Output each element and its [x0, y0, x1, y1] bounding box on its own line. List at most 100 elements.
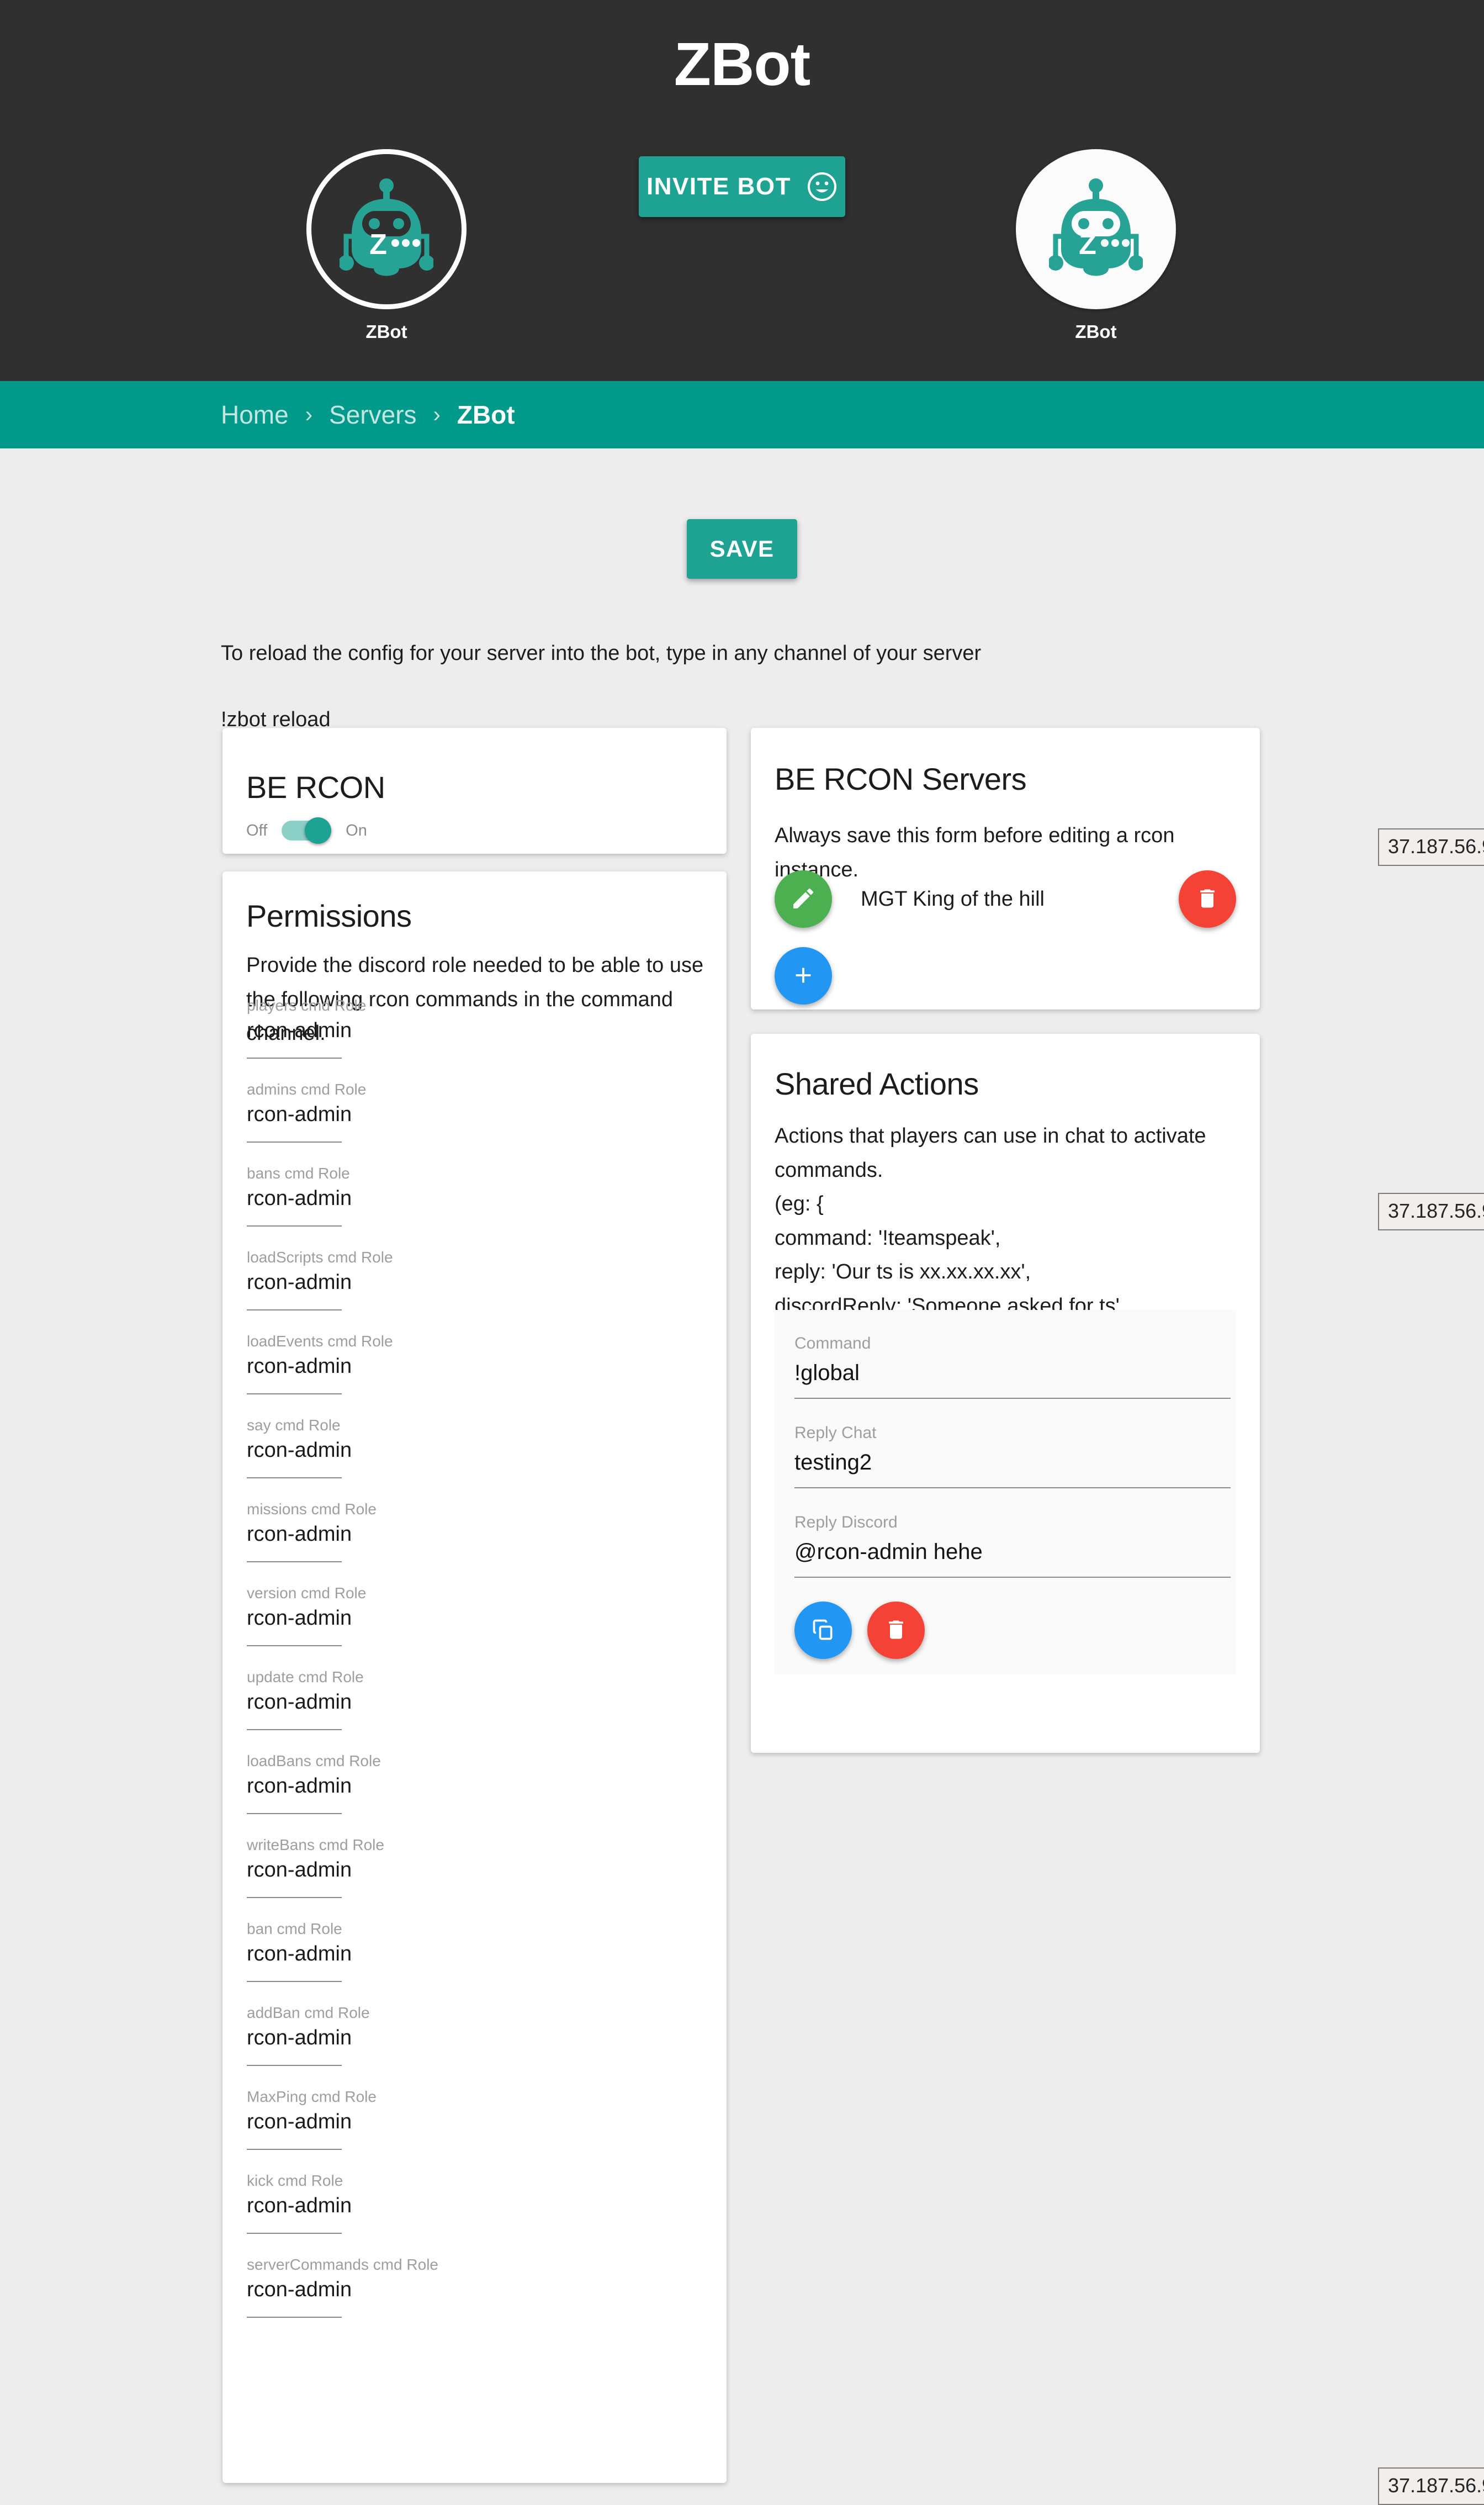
permission-field-value: rcon-admin: [247, 1355, 352, 1378]
permission-field-label: bans cmd Role: [247, 1165, 350, 1182]
shared-action-buttons: [794, 1602, 925, 1659]
copy-action-button[interactable]: [794, 1602, 852, 1659]
be-rcon-card: BE RCON Off On: [222, 728, 727, 854]
field-underline: [247, 1058, 342, 1059]
chevron-right-icon: ›: [305, 402, 313, 427]
breadcrumb-item-home[interactable]: Home: [221, 400, 289, 430]
field-underline: [247, 2317, 342, 2318]
permission-field[interactable]: kick cmd Role rcon-admin: [247, 2172, 440, 2256]
permission-field-label: ban cmd Role: [247, 1920, 342, 1937]
field-underline: [247, 1561, 342, 1562]
be-rcon-toggle[interactable]: [282, 817, 332, 844]
page-header: ZBot Z ZBot INVITE BOT Z ZBot: [0, 0, 1484, 381]
permission-field[interactable]: say cmd Role rcon-admin: [247, 1417, 440, 1500]
field-underline: [247, 1141, 342, 1143]
command-field[interactable]: Command !global: [794, 1334, 1231, 1399]
reply-discord-field[interactable]: Reply Discord @rcon-admin hehe: [794, 1513, 1231, 1578]
permission-field[interactable]: loadScripts cmd Role rcon-admin: [247, 1249, 440, 1333]
delete-action-button[interactable]: [867, 1602, 925, 1659]
permission-field-label: serverCommands cmd Role: [247, 2256, 438, 2273]
permission-field[interactable]: serverCommands cmd Role rcon-admin: [247, 2256, 440, 2340]
app-title: ZBot: [674, 30, 810, 98]
server-name: MGT King of the hill: [861, 887, 1045, 911]
be-rcon-switch-row: Off On: [246, 817, 367, 844]
avatar-left-circle: Z: [306, 149, 467, 309]
permission-field[interactable]: missions cmd Role rcon-admin: [247, 1500, 440, 1584]
permission-field[interactable]: writeBans cmd Role rcon-admin: [247, 1836, 440, 1920]
permission-field[interactable]: bans cmd Role rcon-admin: [247, 1165, 440, 1249]
reply-chat-field[interactable]: Reply Chat testing2: [794, 1424, 1231, 1488]
server-list-item: MGT King of the hill: [775, 870, 1236, 928]
plus-icon: [791, 963, 816, 990]
permissions-title: Permissions: [246, 899, 412, 933]
add-server-button[interactable]: [775, 947, 832, 1005]
breadcrumb-item-servers[interactable]: Servers: [329, 400, 416, 430]
switch-off-label: Off: [246, 821, 268, 839]
field-underline: [247, 2065, 342, 2066]
invite-bot-button[interactable]: INVITE BOT: [639, 156, 845, 217]
field-underline: [247, 1813, 342, 1814]
permission-field-label: loadBans cmd Role: [247, 1752, 381, 1769]
permission-field[interactable]: players cmd Role rcon-admin: [247, 997, 440, 1081]
avatar-right-circle: Z: [1016, 149, 1176, 309]
avatar-right-name: ZBot: [1075, 321, 1117, 342]
pencil-icon: [790, 885, 817, 913]
description-line: (eg: {: [775, 1192, 824, 1216]
delete-server-button[interactable]: [1179, 870, 1236, 928]
permission-field-value: rcon-admin: [247, 1690, 352, 1714]
robot-icon: Z: [1049, 178, 1143, 276]
permission-field[interactable]: admins cmd Role rcon-admin: [247, 1081, 440, 1165]
permission-field-value: rcon-admin: [247, 1858, 352, 1882]
edit-server-button[interactable]: [775, 870, 832, 928]
reply-chat-value: testing2: [794, 1450, 872, 1475]
invite-bot-label: INVITE BOT: [646, 173, 791, 200]
command-label: Command: [794, 1334, 871, 1352]
permission-field-label: loadScripts cmd Role: [247, 1249, 393, 1266]
breadcrumb: Home › Servers › ZBot: [221, 400, 515, 430]
ip-badge: 37.187.56.99: [1378, 2467, 1484, 2505]
reply-chat-label: Reply Chat: [794, 1424, 877, 1442]
field-underline: [247, 2233, 342, 2234]
permission-field-value: rcon-admin: [247, 1774, 352, 1798]
description-line: command: '!teamspeak',: [775, 1226, 1001, 1250]
permission-field[interactable]: addBan cmd Role rcon-admin: [247, 2004, 440, 2088]
field-underline: [794, 1487, 1231, 1488]
permission-field-label: addBan cmd Role: [247, 2004, 370, 2021]
permission-field-value: rcon-admin: [247, 1019, 352, 1042]
permission-field-label: kick cmd Role: [247, 2172, 343, 2189]
bot-avatar-left: Z ZBot: [301, 149, 472, 342]
svg-text:Z: Z: [1079, 229, 1096, 261]
field-underline: [247, 1477, 342, 1478]
trash-icon: [884, 1618, 908, 1643]
permission-field-label: MaxPing cmd Role: [247, 2088, 377, 2105]
permission-field[interactable]: ban cmd Role rcon-admin: [247, 1920, 440, 2004]
be-rcon-title: BE RCON: [246, 770, 385, 805]
permission-field-label: players cmd Role: [247, 997, 367, 1014]
command-value: !global: [794, 1361, 860, 1385]
permission-field-value: rcon-admin: [247, 1439, 352, 1462]
reply-discord-value: @rcon-admin hehe: [794, 1540, 983, 1564]
toggle-knob: [305, 817, 332, 844]
field-underline: [247, 1981, 342, 1982]
permission-field[interactable]: MaxPing cmd Role rcon-admin: [247, 2088, 440, 2172]
permission-field[interactable]: loadBans cmd Role rcon-admin: [247, 1752, 440, 1836]
description-line: Actions that players can use in chat to …: [775, 1124, 1206, 1182]
permission-field[interactable]: version cmd Role rcon-admin: [247, 1584, 440, 1668]
permission-field-label: loadEvents cmd Role: [247, 1333, 393, 1350]
breadcrumb-bar: Home › Servers › ZBot: [0, 381, 1484, 448]
shared-actions-card: Shared Actions Actions that players can …: [751, 1034, 1260, 1753]
permission-field-value: rcon-admin: [247, 1103, 352, 1126]
permission-field-value: rcon-admin: [247, 2110, 352, 2133]
shared-action-item: Command !global Reply Chat testing2 Repl…: [775, 1310, 1236, 1674]
field-underline: [247, 1729, 342, 1730]
permission-field-value: rcon-admin: [247, 1606, 352, 1630]
permission-field-label: admins cmd Role: [247, 1081, 367, 1098]
bot-avatar-right: Z ZBot: [1010, 149, 1181, 342]
permission-field-value: rcon-admin: [247, 2026, 352, 2049]
permission-field[interactable]: loadEvents cmd Role rcon-admin: [247, 1333, 440, 1417]
robot-icon: Z: [340, 178, 433, 276]
save-button[interactable]: SAVE: [687, 519, 797, 579]
permission-field[interactable]: update cmd Role rcon-admin: [247, 1668, 440, 1752]
field-underline: [247, 1393, 342, 1394]
copy-icon: [811, 1618, 835, 1643]
